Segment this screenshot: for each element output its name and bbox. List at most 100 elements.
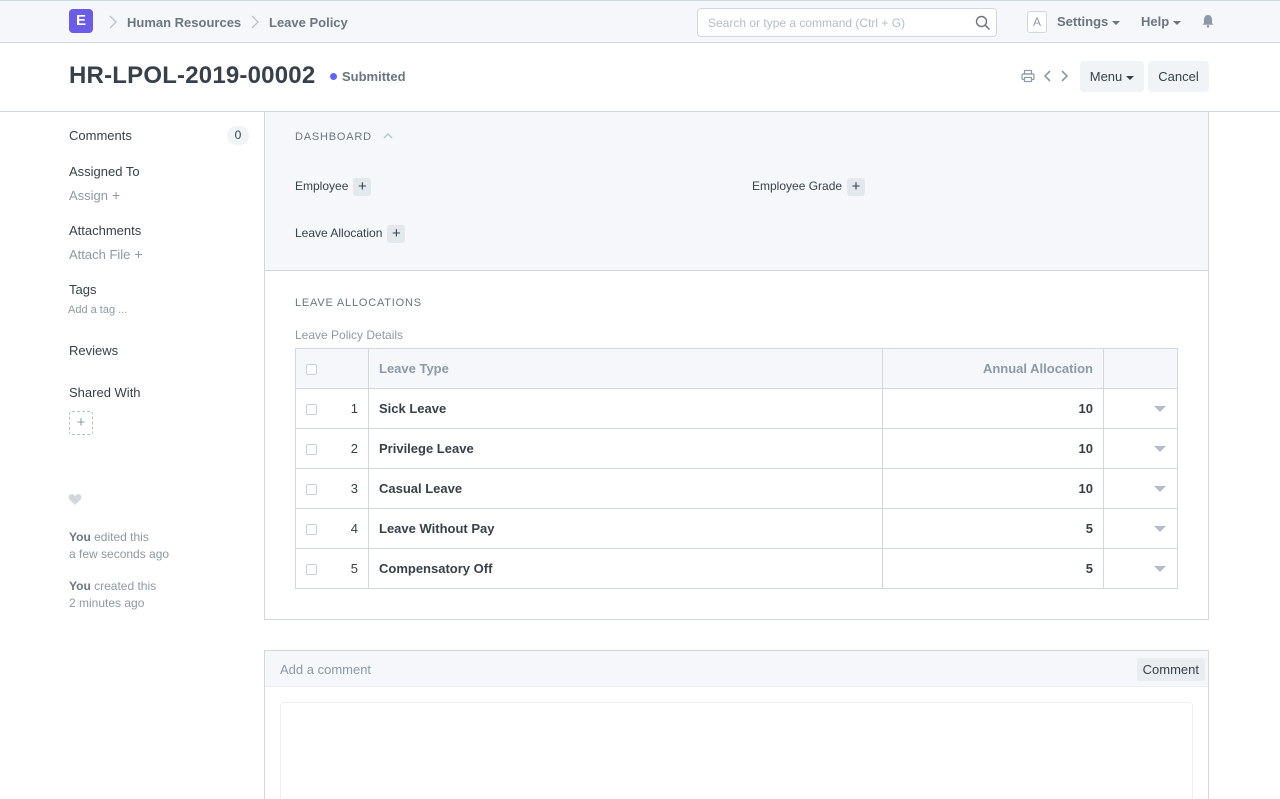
print-icon[interactable] xyxy=(1021,69,1035,83)
leave-type-cell[interactable]: Sick Leave xyxy=(368,388,883,429)
plus-icon[interactable]: + xyxy=(353,178,372,196)
comment-box: Add a comment Comment xyxy=(264,650,1209,799)
status-indicator: Submitted xyxy=(330,69,406,84)
sidebar-comments-label[interactable]: Comments xyxy=(69,128,132,143)
leave-policy-details-label: Leave Policy Details xyxy=(295,328,404,342)
annual-allocation-header: Annual Allocation xyxy=(882,348,1104,389)
annual-allocation-cell[interactable]: 5 xyxy=(882,548,1104,589)
attach-file-button[interactable]: Attach File + xyxy=(69,246,143,262)
annual-allocation-cell[interactable]: 5 xyxy=(882,508,1104,549)
bell-icon[interactable] xyxy=(1201,14,1215,28)
plus-icon[interactable]: + xyxy=(387,225,406,243)
row-index: 2 xyxy=(327,428,369,469)
table-row[interactable]: 5 Compensatory Off 5 xyxy=(295,548,1178,589)
caret-down-icon xyxy=(1173,20,1182,25)
row-select-cell xyxy=(295,428,328,469)
breadcrumb-leave-policy[interactable]: Leave Policy xyxy=(269,15,348,30)
caret-down-icon xyxy=(1126,75,1135,80)
row-actions-cell xyxy=(1103,508,1178,549)
row-index: 5 xyxy=(327,548,369,589)
dashboard-link-label[interactable]: Employee Grade xyxy=(752,179,842,193)
app-logo[interactable]: E xyxy=(69,9,93,33)
row-expand-icon[interactable] xyxy=(1154,405,1166,412)
row-checkbox[interactable] xyxy=(306,404,318,416)
timeline-item: You edited this a few seconds ago xyxy=(69,529,169,563)
help-dropdown[interactable]: Help xyxy=(1141,14,1182,29)
timeline-when: 2 minutes ago xyxy=(69,596,145,610)
dashboard-title[interactable]: DASHBOARD xyxy=(295,131,372,143)
table-row[interactable]: 3 Casual Leave 10 xyxy=(295,468,1178,509)
status-label: Submitted xyxy=(342,69,406,84)
table-row[interactable]: 2 Privilege Leave 10 xyxy=(295,428,1178,469)
cancel-button[interactable]: Cancel xyxy=(1148,61,1209,92)
row-select-cell xyxy=(295,508,328,549)
dashboard-link-label[interactable]: Employee xyxy=(295,179,348,193)
comments-count-badge: 0 xyxy=(227,126,249,145)
dashboard-link-employee: Employee + xyxy=(295,178,372,196)
add-share-button[interactable]: + xyxy=(69,411,93,435)
add-tag-button[interactable]: Add a tag ... xyxy=(68,304,127,316)
leave-type-cell[interactable]: Leave Without Pay xyxy=(368,508,883,549)
search-input[interactable] xyxy=(708,9,968,36)
status-dot xyxy=(330,73,337,80)
row-actions-cell xyxy=(1103,548,1178,589)
row-checkbox[interactable] xyxy=(306,564,318,576)
chevron-up-icon[interactable] xyxy=(383,132,393,140)
settings-dropdown[interactable]: Settings xyxy=(1057,14,1121,29)
row-expand-icon[interactable] xyxy=(1154,445,1166,452)
next-icon[interactable] xyxy=(1057,69,1071,83)
row-select-cell xyxy=(295,388,328,429)
leave-type-cell[interactable]: Privilege Leave xyxy=(368,428,883,469)
annual-allocation-cell[interactable]: 10 xyxy=(882,428,1104,469)
assign-button[interactable]: Assign + xyxy=(69,187,120,203)
breadcrumb-human-resources[interactable]: Human Resources xyxy=(127,15,241,30)
select-all-cell xyxy=(295,348,328,389)
chevron-right-icon xyxy=(251,15,259,29)
page-head: HR-LPOL-2019-00002 Submitted Menu Cancel xyxy=(0,44,1280,112)
comment-input[interactable] xyxy=(280,702,1193,799)
index-header xyxy=(327,348,369,389)
sidebar-shared-with-label: Shared With xyxy=(69,385,141,400)
table-row[interactable]: 1 Sick Leave 10 xyxy=(295,388,1178,429)
select-all-checkbox[interactable] xyxy=(306,364,318,376)
table-row[interactable]: 4 Leave Without Pay 5 xyxy=(295,508,1178,549)
timeline-action: created this xyxy=(90,579,157,593)
dashboard-link-leave-allocation: Leave Allocation + xyxy=(295,225,406,243)
timeline-action: edited this xyxy=(90,530,149,544)
timeline-who: You xyxy=(69,530,91,544)
annual-allocation-cell[interactable]: 10 xyxy=(882,388,1104,429)
user-avatar[interactable]: A xyxy=(1027,11,1047,33)
row-checkbox[interactable] xyxy=(306,524,318,536)
chevron-right-icon xyxy=(109,15,117,29)
sidebar-attachments-label: Attachments xyxy=(69,223,142,238)
settings-label: Settings xyxy=(1057,14,1109,29)
add-comment-label: Add a comment xyxy=(280,662,372,677)
annual-allocation-cell[interactable]: 10 xyxy=(882,468,1104,509)
leave-type-cell[interactable]: Casual Leave xyxy=(368,468,883,509)
menu-label: Menu xyxy=(1089,69,1123,84)
search-box xyxy=(697,8,997,37)
comment-header: Add a comment Comment xyxy=(265,651,1208,687)
sidebar-tags-label: Tags xyxy=(69,282,97,297)
previous-icon[interactable] xyxy=(1041,69,1055,83)
search-icon[interactable] xyxy=(975,15,991,31)
navbar: E Human Resources Leave Policy A Setting… xyxy=(0,0,1280,43)
row-checkbox[interactable] xyxy=(306,444,318,456)
row-expand-icon[interactable] xyxy=(1154,525,1166,532)
plus-icon[interactable]: + xyxy=(847,178,866,196)
row-checkbox[interactable] xyxy=(306,484,318,496)
comment-button[interactable]: Comment xyxy=(1136,658,1205,681)
page-title: HR-LPOL-2019-00002 xyxy=(69,62,316,89)
row-actions-cell xyxy=(1103,388,1178,429)
plus-icon: + xyxy=(112,187,121,203)
actions-header xyxy=(1103,348,1178,389)
menu-button[interactable]: Menu xyxy=(1080,61,1144,92)
row-expand-icon[interactable] xyxy=(1154,485,1166,492)
dashboard-link-label[interactable]: Leave Allocation xyxy=(295,226,382,240)
leave-allocations-section: LEAVE ALLOCATIONS Leave Policy Details L… xyxy=(264,271,1209,620)
timeline-item: You created this 2 minutes ago xyxy=(69,578,156,612)
timeline-when: a few seconds ago xyxy=(69,547,170,561)
row-expand-icon[interactable] xyxy=(1154,565,1166,572)
leave-type-cell[interactable]: Compensatory Off xyxy=(368,548,883,589)
heart-icon[interactable] xyxy=(68,493,82,506)
